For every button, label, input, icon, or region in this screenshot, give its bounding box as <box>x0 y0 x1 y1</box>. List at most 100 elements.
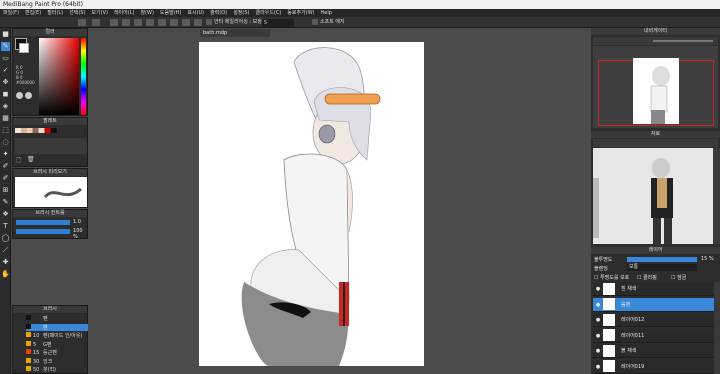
palette-delete-icon[interactable]: 🗑 <box>27 156 35 163</box>
snap3-icon[interactable] <box>194 19 202 26</box>
lasso-icon[interactable] <box>122 19 130 26</box>
menu-view[interactable]: 보기(V) <box>91 9 108 17</box>
material-tool-icon[interactable]: ❖ <box>1 210 10 219</box>
menu-help-en[interactable]: Help <box>321 9 332 17</box>
navigator-preview[interactable] <box>593 46 718 128</box>
layer-opacity-slider[interactable] <box>627 257 697 262</box>
select-eraser-icon[interactable]: ✐ <box>1 174 10 183</box>
palette-panel: 팔레트 🗋 🗑 <box>12 117 88 167</box>
eraser-tool-icon[interactable]: ▭ <box>1 54 10 63</box>
grid-icon[interactable] <box>158 19 166 26</box>
deselect-icon[interactable] <box>134 19 142 26</box>
menu-help[interactable]: 도움말(H) <box>160 9 181 17</box>
visibility-eye-icon[interactable]: ● <box>593 329 603 343</box>
menu-layer[interactable]: 레이어(L) <box>114 9 135 17</box>
speech-tool-icon[interactable]: ◯ <box>1 234 10 243</box>
lock-checkbox[interactable]: ☐ 잠금 <box>671 274 686 281</box>
menu-add-team[interactable]: 동료추가(W) <box>287 9 314 17</box>
opacity-label: 불투명도 <box>594 257 613 263</box>
move-tool-icon[interactable]: ✥ <box>1 78 10 87</box>
color-sliders-icon[interactable] <box>25 92 32 99</box>
brush-preview-canvas <box>15 177 87 207</box>
layer-row[interactable]: ● 음영 <box>593 297 714 312</box>
snap2-icon[interactable] <box>182 19 190 26</box>
background-color[interactable] <box>19 43 29 53</box>
divide-tool-icon[interactable]: ⊞ <box>1 186 10 195</box>
text-tool-icon[interactable]: T <box>1 222 10 231</box>
document-canvas[interactable] <box>199 42 424 366</box>
brush-size-slider[interactable] <box>16 220 70 225</box>
color-swatch-icon[interactable]: ■ <box>1 30 10 39</box>
menu-edit[interactable]: 편집(E) <box>25 9 41 17</box>
brush-name: 잉크 <box>43 358 53 365</box>
brush-title: 브러시 <box>13 306 87 313</box>
eyedropper-tool-icon[interactable]: ⟋ <box>1 246 10 255</box>
brush-preview-title: 브러시 미리보기 <box>13 169 87 176</box>
lock-label: 잠금 <box>677 275 687 281</box>
layer-thumbnail <box>603 329 615 341</box>
select-pen-icon[interactable]: ✐ <box>1 162 10 171</box>
menu-display[interactable]: 표시(U) <box>187 9 204 17</box>
brush-name: 펜 <box>43 324 48 331</box>
color-picker-field[interactable] <box>39 38 79 115</box>
visibility-eye-icon[interactable]: ● <box>593 360 603 374</box>
menu-filter[interactable]: 필터(L) <box>47 9 63 17</box>
magic-wand-icon[interactable]: ✦ <box>1 150 10 159</box>
layer-row[interactable]: ● 붉 채색 <box>593 344 714 358</box>
toolbar: 안티 에일리어싱 : 보정 5 소프트 에지 <box>0 17 720 28</box>
undo-icon[interactable] <box>78 19 86 26</box>
navigator-zoom-slider[interactable] <box>653 40 713 42</box>
layer-scrollbar[interactable] <box>714 282 720 374</box>
layer-row[interactable]: ● 레이어019 <box>593 359 714 374</box>
layer-row[interactable]: ● 레이어011 <box>593 328 714 343</box>
palette-add-icon[interactable]: 🗋 <box>16 156 21 166</box>
zoom-tool-icon[interactable]: ✚ <box>1 258 10 267</box>
menu-cloud[interactable]: 클라우드(C) <box>255 9 281 17</box>
lasso-tool-icon[interactable]: ◌ <box>1 138 10 147</box>
select-tool-icon[interactable]: ⬚ <box>1 126 10 135</box>
rgb-values: R 0 G 0 B 0 #000000 <box>16 65 35 85</box>
blend-select[interactable]: 보통 <box>627 264 697 271</box>
visibility-eye-icon[interactable]: ● <box>593 313 603 327</box>
dot-tool-icon[interactable]: ✓ <box>1 66 10 75</box>
brush-color-icon <box>26 323 31 329</box>
color-wheel-icon[interactable] <box>16 92 23 99</box>
brush-name: 둥근펜 <box>43 350 57 356</box>
opacity-slider[interactable] <box>16 229 70 234</box>
checkbox-antialias[interactable] <box>206 19 212 25</box>
visibility-eye-icon[interactable]: ● <box>593 298 603 312</box>
layer-row[interactable]: ● 레이어012 <box>593 313 714 327</box>
menu-output[interactable]: 출력(O) <box>210 9 227 17</box>
hand-tool-icon[interactable]: ✋ <box>1 270 10 279</box>
pen-tool-icon[interactable]: ✎ <box>1 42 10 51</box>
visibility-eye-icon[interactable]: ● <box>593 344 603 358</box>
snap-icon[interactable] <box>170 19 178 26</box>
paint-tool-icon[interactable]: ✎ <box>1 198 10 207</box>
document-tab[interactable]: bath.mdp <box>200 29 270 37</box>
material-scrollbar[interactable] <box>713 148 720 244</box>
hue-slider[interactable] <box>81 38 86 115</box>
checkbox-soft-edge[interactable] <box>312 19 318 25</box>
fill-tool-icon[interactable]: ◈ <box>1 102 10 111</box>
shape-tool-icon[interactable]: ◼ <box>1 90 10 99</box>
layer-list: ● 흰 채색 ● 음영 ● 레이어012 ● 레이어011 ● 붉 채색 ● 레이어019 <box>593 282 714 374</box>
antialias-label: 안티 에일리어싱 : 보정 <box>214 19 262 25</box>
gradient-tool-icon[interactable]: ▦ <box>1 114 10 123</box>
material-preview[interactable] <box>593 148 713 244</box>
redo-icon[interactable] <box>92 19 100 26</box>
menu-settings[interactable]: 설정(S) <box>233 9 249 17</box>
layer-row[interactable]: ● 흰 채색 <box>593 282 714 296</box>
clip-checkbox[interactable]: ☐ 클리핑 <box>637 274 657 281</box>
palette-swatches[interactable] <box>15 128 57 133</box>
protect-label: 투명도를 보호 <box>600 275 630 281</box>
visibility-eye-icon[interactable]: ● <box>593 282 603 296</box>
menu-file[interactable]: 파일(F) <box>3 9 19 17</box>
hex-value: #000000 <box>16 80 35 85</box>
antialias-select[interactable]: 5 <box>262 19 294 27</box>
menu-window[interactable]: 창(W) <box>140 9 153 17</box>
selection-icon[interactable] <box>110 19 118 26</box>
invert-icon[interactable] <box>146 19 154 26</box>
menu-select[interactable]: 선택(S) <box>69 9 85 17</box>
brush-control-title: 브러시 컨트롤 <box>13 210 87 217</box>
protect-checkbox[interactable]: ☐ 투명도를 보호 <box>594 274 629 281</box>
